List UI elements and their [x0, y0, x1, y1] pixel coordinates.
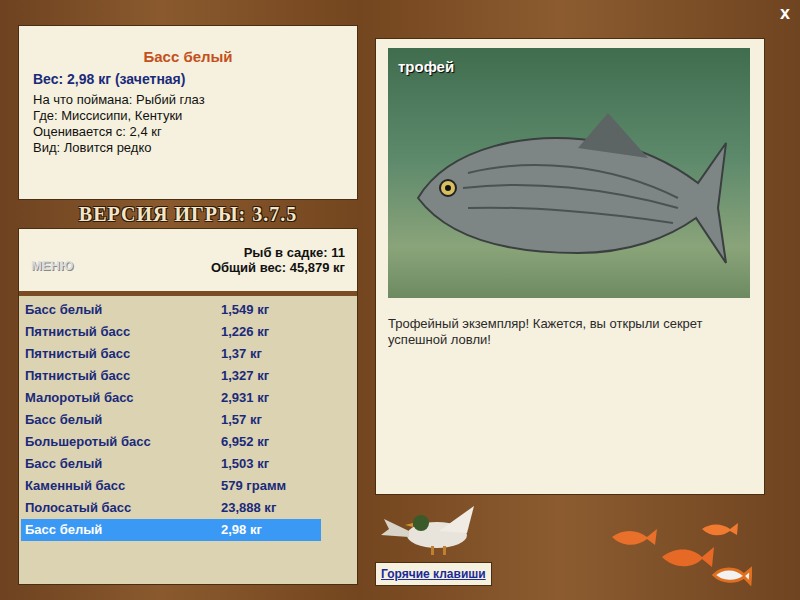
fish-description: Трофейный экземпляр! Кажется, вы открыли…	[388, 316, 752, 348]
trophy-badge: трофей	[398, 56, 454, 79]
keep-row[interactable]: Басс белый2,98 кг	[21, 519, 321, 541]
fish-name: Пятнистый басс	[21, 366, 221, 386]
fish-photo: трофей	[388, 48, 750, 298]
left-column: Басс белый Вес: 2,98 кг (зачетная) На чт…	[18, 0, 358, 600]
fish-weight: 1,327 кг	[221, 366, 269, 386]
fish-name: Басс белый	[21, 300, 221, 320]
fish-name: Большеротый басс	[21, 432, 221, 452]
fish-weight: 1,37 кг	[221, 344, 262, 364]
menu-button[interactable]: МЕНЮ	[31, 244, 73, 276]
fish-weight: 1,57 кг	[221, 410, 262, 430]
fish-name: Басс белый	[21, 520, 221, 540]
catch-details: На что поймана: Рыбий глазГде: Миссисипи…	[33, 92, 343, 156]
right-column: трофей Трофейный экземпляр! Кажется, вы …	[375, 0, 765, 600]
keep-header: МЕНЮ Рыб в садке: 11 Общий вес: 45,879 к…	[19, 229, 357, 296]
keep-row[interactable]: Басс белый1,549 кг	[21, 299, 321, 321]
keep-row[interactable]: Басс белый1,503 кг	[21, 453, 321, 475]
catch-detail: Где: Миссисипи, Кентуки	[33, 108, 343, 124]
keep-list: Басс белый1,549 кгПятнистый басс1,226 кг…	[19, 296, 357, 541]
keep-panel: МЕНЮ Рыб в садке: 11 Общий вес: 45,879 к…	[18, 228, 358, 585]
catch-detail: На что поймана: Рыбий глаз	[33, 92, 343, 108]
fish-weight: 1,503 кг	[221, 454, 269, 474]
fish-weight: 6,952 кг	[221, 432, 269, 452]
catch-title: Басс белый	[33, 48, 343, 66]
game-version: ВЕРСИЯ ИГРЫ: 3.7.5	[18, 200, 358, 228]
keep-row[interactable]: Басс белый1,57 кг	[21, 409, 321, 431]
catch-panel: Басс белый Вес: 2,98 кг (зачетная) На чт…	[18, 25, 358, 200]
catch-detail: Оценивается с: 2,4 кг	[33, 124, 343, 140]
fish-name: Каменный басс	[21, 476, 221, 496]
fish-name: Малоротый басс	[21, 388, 221, 408]
fish-icon	[408, 88, 728, 278]
fish-panel: трофей Трофейный экземпляр! Кажется, вы …	[375, 38, 765, 495]
hotkeys-button[interactable]: Горячие клавиши	[375, 562, 492, 586]
fish-weight: 1,226 кг	[221, 322, 269, 342]
keep-row[interactable]: Пятнистый басс1,37 кг	[21, 343, 321, 365]
main-layout: Басс белый Вес: 2,98 кг (зачетная) На чт…	[0, 0, 800, 600]
total-weight: Общий вес: 45,879 кг	[211, 260, 345, 275]
keep-row[interactable]: Полосатый басс23,888 кг	[21, 497, 321, 519]
close-button[interactable]: x	[780, 4, 790, 22]
fish-name: Пятнистый басс	[21, 322, 221, 342]
duck-icon	[379, 501, 489, 556]
keep-summary: Рыб в садке: 11 Общий вес: 45,879 кг	[211, 245, 345, 275]
keep-row[interactable]: Большеротый басс6,952 кг	[21, 431, 321, 453]
keep-row[interactable]: Пятнистый басс1,327 кг	[21, 365, 321, 387]
fish-weight: 1,549 кг	[221, 300, 269, 320]
keep-row[interactable]: Каменный басс579 грамм	[21, 475, 321, 497]
fish-weight: 23,888 кг	[221, 498, 276, 518]
fish-weight: 2,98 кг	[221, 520, 262, 540]
fish-weight: 2,931 кг	[221, 388, 269, 408]
catch-weight: Вес: 2,98 кг (зачетная)	[33, 70, 343, 88]
fish-name: Басс белый	[21, 454, 221, 474]
catch-detail: Вид: Ловится редко	[33, 140, 343, 156]
fish-name: Полосатый басс	[21, 498, 221, 518]
fishes-icon	[602, 517, 752, 587]
fish-count: Рыб в садке: 11	[244, 245, 345, 260]
fish-name: Басс белый	[21, 410, 221, 430]
keep-row[interactable]: Пятнистый басс1,226 кг	[21, 321, 321, 343]
bottom-row: Горячие клавиши	[375, 562, 765, 587]
fish-weight: 579 грамм	[221, 476, 286, 496]
keep-row[interactable]: Малоротый басс2,931 кг	[21, 387, 321, 409]
fish-name: Пятнистый басс	[21, 344, 221, 364]
